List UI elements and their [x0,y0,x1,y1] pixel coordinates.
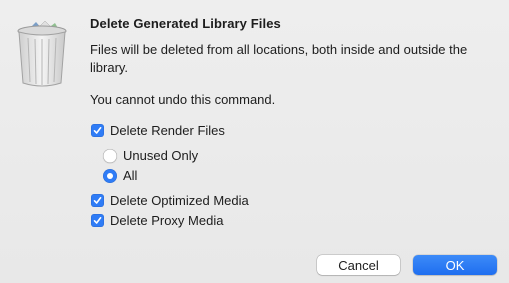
delete-optimized-media-label: Delete Optimized Media [110,193,249,208]
radio-unused-only[interactable]: Unused Only [103,148,198,163]
radio-button-selected [103,168,117,183]
radio-button-unselected [103,148,117,163]
dialog-title: Delete Generated Library Files [90,16,281,31]
delete-proxy-media-checkbox[interactable]: Delete Proxy Media [91,213,223,228]
cancel-button[interactable]: Cancel [317,255,400,275]
checkmark-icon [91,124,104,137]
delete-library-files-dialog: Delete Generated Library Files Files wil… [0,0,509,283]
delete-proxy-media-label: Delete Proxy Media [110,213,224,228]
radio-all[interactable]: All [103,168,137,183]
checkmark-icon [91,194,104,207]
delete-render-files-checkbox[interactable]: Delete Render Files [91,123,225,138]
checkmark-icon [91,214,104,227]
delete-render-files-label: Delete Render Files [110,123,225,138]
delete-optimized-media-checkbox[interactable]: Delete Optimized Media [91,193,249,208]
dialog-message: Files will be deleted from all locations… [90,42,468,75]
radio-all-label: All [123,168,138,183]
ok-button[interactable]: OK [413,255,497,275]
radio-unused-only-label: Unused Only [123,148,199,163]
trash-icon [14,20,70,88]
undo-warning: You cannot undo this command. [90,92,276,107]
